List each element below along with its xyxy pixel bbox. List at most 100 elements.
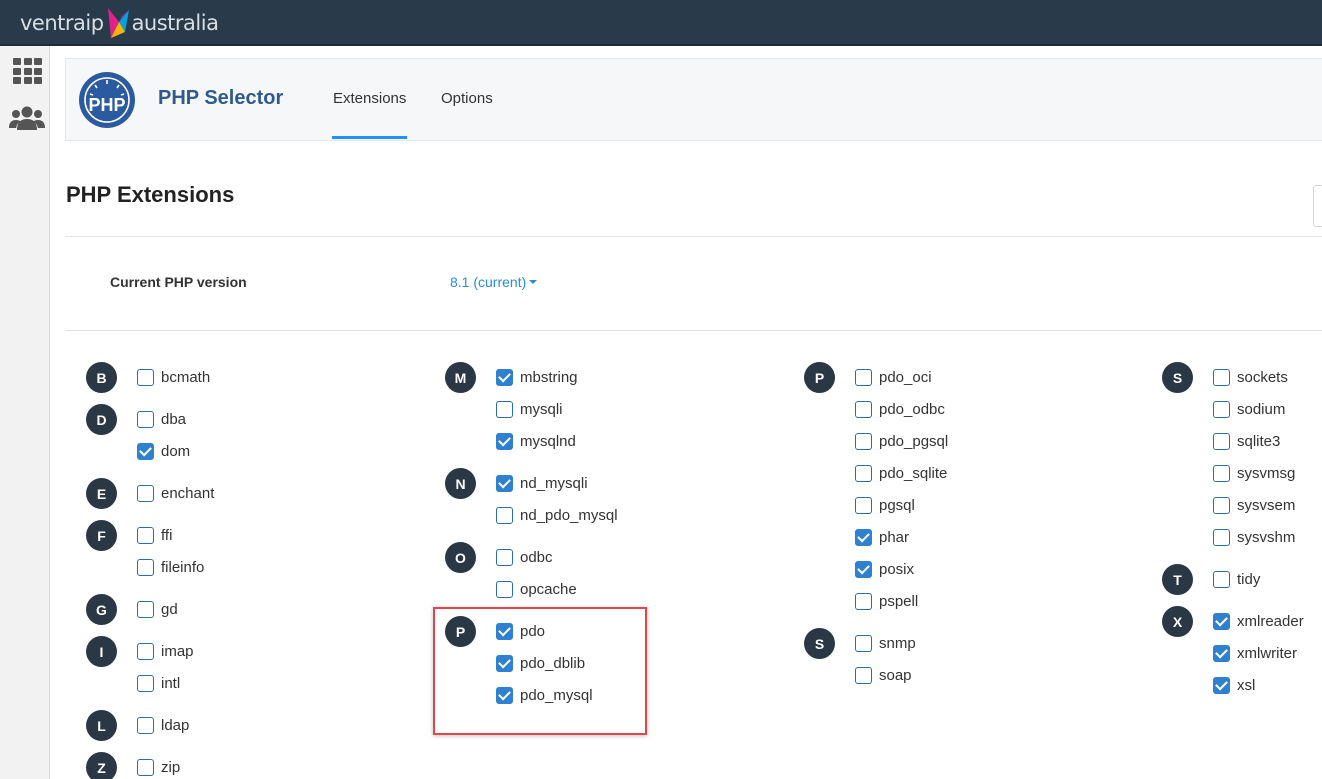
- extension-label: zip: [161, 758, 181, 776]
- checkbox-unchecked[interactable]: [1213, 570, 1230, 588]
- checkbox-unchecked[interactable]: [137, 716, 154, 734]
- extension-pspell[interactable]: pspell: [855, 591, 918, 611]
- apps-grid-icon[interactable]: [13, 58, 42, 84]
- extension-label: imap: [161, 642, 194, 660]
- checkbox-unchecked[interactable]: [1213, 432, 1230, 450]
- extension-snmp[interactable]: snmp: [855, 633, 916, 653]
- extension-posix[interactable]: posix: [855, 559, 914, 579]
- extension-sockets[interactable]: sockets: [1213, 367, 1288, 387]
- checkbox-checked[interactable]: [1213, 612, 1230, 630]
- extension-sysvmsg[interactable]: sysvmsg: [1213, 463, 1295, 483]
- checkbox-unchecked[interactable]: [137, 558, 154, 576]
- extension-xsl[interactable]: xsl: [1213, 675, 1255, 695]
- tab-options[interactable]: Options: [441, 90, 493, 107]
- checkbox-unchecked[interactable]: [855, 666, 872, 684]
- extension-opcache[interactable]: opcache: [496, 579, 577, 599]
- checkbox-checked[interactable]: [855, 560, 872, 578]
- checkbox-unchecked[interactable]: [855, 464, 872, 482]
- checkbox-unchecked[interactable]: [137, 642, 154, 660]
- extension-xmlwriter[interactable]: xmlwriter: [1213, 643, 1297, 663]
- checkbox-unchecked[interactable]: [137, 758, 154, 776]
- extension-dom[interactable]: dom: [137, 441, 190, 461]
- extension-ffi[interactable]: ffi: [137, 525, 172, 545]
- extension-label: sockets: [1237, 368, 1288, 386]
- brand-logo[interactable]: ventraip australia: [20, 6, 219, 40]
- extension-sodium[interactable]: sodium: [1213, 399, 1285, 419]
- extension-imap[interactable]: imap: [137, 641, 194, 661]
- checkbox-unchecked[interactable]: [496, 580, 513, 598]
- checkbox-unchecked[interactable]: [137, 368, 154, 386]
- checkbox-unchecked[interactable]: [137, 674, 154, 692]
- extension-sysvsem[interactable]: sysvsem: [1213, 495, 1295, 515]
- brand-name-left: ventraip: [20, 11, 104, 35]
- checkbox-unchecked[interactable]: [855, 368, 872, 386]
- checkbox-unchecked[interactable]: [137, 600, 154, 618]
- caret-down-icon: [529, 280, 538, 284]
- letter-badge-i: I: [86, 636, 117, 667]
- extension-label: nd_mysqli: [520, 474, 588, 492]
- tab-extensions[interactable]: Extensions: [331, 90, 408, 139]
- php-version-dropdown[interactable]: 8.1 (current): [450, 274, 538, 290]
- extension-pdo-sqlite[interactable]: pdo_sqlite: [855, 463, 947, 483]
- extension-zip[interactable]: zip: [137, 757, 180, 777]
- checkbox-checked[interactable]: [1213, 644, 1230, 662]
- extension-enchant[interactable]: enchant: [137, 483, 214, 503]
- checkbox-unchecked[interactable]: [496, 400, 513, 418]
- extension-odbc[interactable]: odbc: [496, 547, 553, 567]
- extension-mbstring[interactable]: mbstring: [496, 367, 578, 387]
- checkbox-checked[interactable]: [855, 528, 872, 546]
- checkbox-unchecked[interactable]: [855, 432, 872, 450]
- checkbox-checked[interactable]: [496, 368, 513, 386]
- extension-label: intl: [161, 674, 181, 692]
- left-rail: [0, 46, 50, 779]
- checkbox-unchecked[interactable]: [1213, 368, 1230, 386]
- checkbox-unchecked[interactable]: [855, 400, 872, 418]
- checkbox-checked[interactable]: [496, 432, 513, 450]
- extension-nd-mysqli[interactable]: nd_mysqli: [496, 473, 588, 493]
- checkbox-checked[interactable]: [137, 442, 154, 460]
- checkbox-unchecked[interactable]: [137, 410, 154, 428]
- extension-pdo-odbc[interactable]: pdo_odbc: [855, 399, 945, 419]
- extension-bcmath[interactable]: bcmath: [137, 367, 210, 387]
- extension-soap[interactable]: soap: [855, 665, 912, 685]
- checkbox-unchecked[interactable]: [1213, 496, 1230, 514]
- extension-dba[interactable]: dba: [137, 409, 186, 429]
- extension-label: mbstring: [520, 368, 578, 386]
- extension-gd[interactable]: gd: [137, 599, 178, 619]
- extension-phar[interactable]: phar: [855, 527, 909, 547]
- extension-label: nd_pdo_mysql: [520, 506, 618, 524]
- extension-pgsql[interactable]: pgsql: [855, 495, 915, 515]
- letter-badge-x: X: [1162, 606, 1193, 637]
- checkbox-unchecked[interactable]: [855, 634, 872, 652]
- checkbox-unchecked[interactable]: [496, 506, 513, 524]
- checkbox-unchecked[interactable]: [1213, 464, 1230, 482]
- svg-text:PHP: PHP: [88, 95, 125, 115]
- extension-pdo-oci[interactable]: pdo_oci: [855, 367, 932, 387]
- extension-ldap[interactable]: ldap: [137, 715, 189, 735]
- checkbox-checked[interactable]: [1213, 676, 1230, 694]
- extension-nd-pdo-mysql[interactable]: nd_pdo_mysql: [496, 505, 618, 525]
- extension-mysqlnd[interactable]: mysqlnd: [496, 431, 576, 451]
- checkbox-unchecked[interactable]: [496, 548, 513, 566]
- letter-badge-m: M: [445, 362, 476, 393]
- extension-tidy[interactable]: tidy: [1213, 569, 1260, 589]
- extension-intl[interactable]: intl: [137, 673, 180, 693]
- side-panel-toggle[interactable]: [1313, 185, 1322, 227]
- extension-label: xmlwriter: [1237, 644, 1297, 662]
- extension-xmlreader[interactable]: xmlreader: [1213, 611, 1304, 631]
- checkbox-checked[interactable]: [496, 474, 513, 492]
- checkbox-unchecked[interactable]: [855, 592, 872, 610]
- checkbox-unchecked[interactable]: [855, 496, 872, 514]
- letter-badge-d: D: [86, 404, 117, 435]
- extension-pdo-pgsql[interactable]: pdo_pgsql: [855, 431, 948, 451]
- extension-label: sysvshm: [1237, 528, 1296, 546]
- checkbox-unchecked[interactable]: [1213, 400, 1230, 418]
- checkbox-unchecked[interactable]: [1213, 528, 1230, 546]
- checkbox-unchecked[interactable]: [137, 526, 154, 544]
- extension-sqlite3[interactable]: sqlite3: [1213, 431, 1280, 451]
- extension-fileinfo[interactable]: fileinfo: [137, 557, 204, 577]
- users-icon[interactable]: [9, 104, 45, 132]
- extension-mysqli[interactable]: mysqli: [496, 399, 563, 419]
- checkbox-unchecked[interactable]: [137, 484, 154, 502]
- extension-sysvshm[interactable]: sysvshm: [1213, 527, 1295, 547]
